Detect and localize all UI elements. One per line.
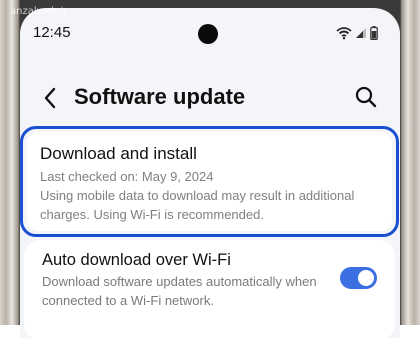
- status-icons: [336, 26, 378, 40]
- app-header: Software update: [20, 78, 400, 118]
- battery-icon: [370, 26, 378, 40]
- wifi-icon: [336, 27, 352, 40]
- download-install-title: Download and install: [40, 144, 197, 163]
- watermark-text: anzalweb.ir: [10, 6, 68, 17]
- page-title: Software update: [74, 84, 246, 109]
- mobile-data-note: Using mobile data to download may result…: [40, 188, 355, 222]
- phone-screen: 12:45 Software update Download and insta…: [20, 8, 400, 338]
- status-time: 12:45: [33, 24, 71, 41]
- signal-icon: [356, 28, 366, 38]
- download-install-details: Last checked on: May 9, 2024 Using mobil…: [40, 167, 385, 224]
- auto-download-toggle[interactable]: [340, 267, 377, 289]
- front-camera: [198, 24, 218, 44]
- auto-download-description: Download software updates automatically …: [42, 274, 317, 308]
- back-button[interactable]: [38, 84, 62, 112]
- toggle-knob: [358, 270, 374, 286]
- chevron-left-icon: [44, 87, 56, 109]
- search-icon: [355, 86, 377, 108]
- last-checked-text: Last checked on: May 9, 2024: [40, 169, 214, 184]
- status-bar: 12:45: [20, 22, 400, 46]
- search-button[interactable]: [354, 85, 378, 109]
- auto-download-title: Auto download over Wi-Fi: [42, 251, 231, 269]
